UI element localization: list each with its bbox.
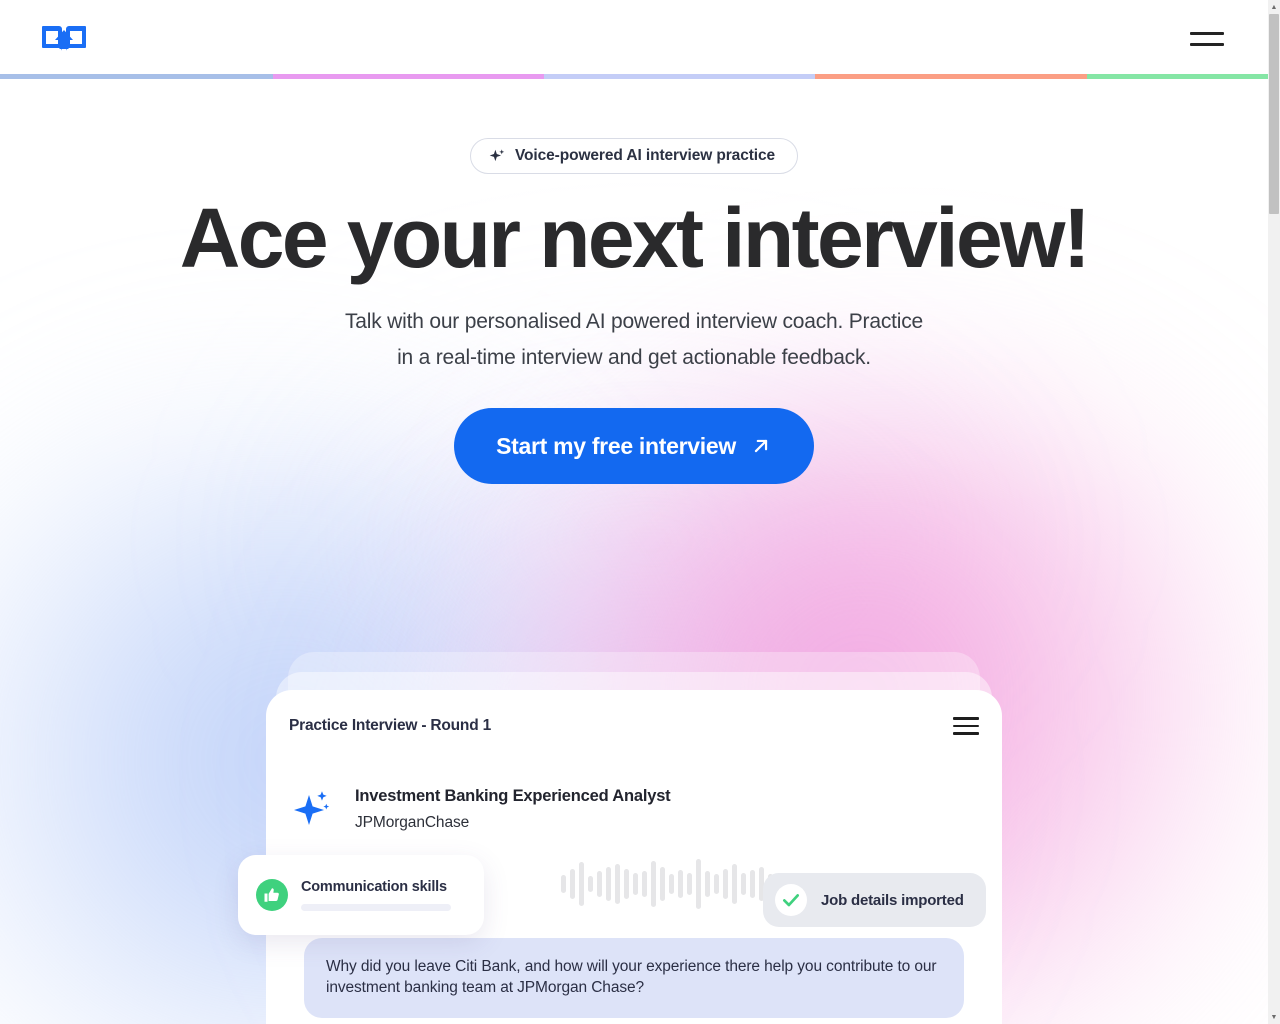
- scrollbar-thumb[interactable]: [1269, 14, 1279, 214]
- waveform-bar: [615, 864, 620, 904]
- chevron-up-icon[interactable]: ▲: [1268, 1, 1280, 13]
- waveform-bar: [678, 870, 683, 898]
- hero-badge-label: Voice-powered AI interview practice: [514, 147, 776, 164]
- waveform-bar: [642, 871, 647, 897]
- hero-subtitle: Talk with our personalised AI powered in…: [0, 304, 1268, 376]
- site-header: [0, 0, 1268, 78]
- segment-green: [1086, 74, 1268, 79]
- waveform-bar: [741, 873, 746, 895]
- job-details-imported-label: Job details imported: [821, 891, 964, 909]
- page-title: Ace your next interview!: [179, 191, 1091, 285]
- waveform-bar: [714, 874, 719, 894]
- waveform-bar: [696, 859, 701, 909]
- job-company: JPMorganChase: [355, 814, 470, 831]
- start-free-interview-label: Start my free interview: [496, 432, 736, 459]
- hero-subtitle-line-1: Talk with our personalised AI powered in…: [344, 310, 924, 333]
- job-details-imported-badge: Job details imported: [763, 873, 986, 927]
- waveform-bar: [687, 873, 692, 895]
- waveform-bar: [660, 867, 665, 901]
- waveform-bar: [732, 864, 737, 904]
- practice-interview-title: Practice Interview - Round 1: [289, 717, 491, 734]
- hero-badge[interactable]: Voice-powered AI interview practice: [469, 138, 799, 174]
- waveform-bar: [651, 861, 656, 907]
- waveform-bar: [669, 874, 674, 894]
- hero-subtitle-line-2: in a real-time interview and get actiona…: [397, 346, 871, 369]
- job-title: Investment Banking Experienced Analyst: [355, 787, 671, 805]
- hamburger-menu-icon[interactable]: [1190, 26, 1226, 52]
- sparkle-icon: [291, 785, 335, 834]
- check-circle-icon: [775, 884, 807, 916]
- practice-interview-card-header: Practice Interview - Round 1: [289, 716, 979, 736]
- waveform-bar: [579, 862, 584, 906]
- waveform-bar: [705, 871, 710, 897]
- communication-skills-card: Communication skills: [238, 855, 484, 935]
- communication-skills-progress-track: [301, 904, 451, 911]
- waveform-bar: [624, 869, 629, 899]
- waveform-bar: [597, 871, 602, 897]
- chevron-down-icon[interactable]: ▼: [1268, 1011, 1280, 1023]
- waveform-bar: [561, 875, 566, 893]
- open-book-arrow-logo[interactable]: [40, 22, 88, 58]
- accent-color-strip: [0, 74, 1268, 79]
- interview-question-bubble: Why did you leave Citi Bank, and how wil…: [304, 938, 964, 1018]
- communication-skills-label: Communication skills: [301, 879, 447, 895]
- waveform-bar: [750, 870, 755, 898]
- hero-section: Voice-powered AI interview practice Ace …: [0, 78, 1268, 484]
- waveform-bar: [588, 876, 593, 892]
- waveform-bar: [723, 869, 728, 899]
- waveform-bar: [633, 873, 638, 895]
- thumbs-up-icon: [256, 879, 288, 911]
- arrow-up-right-icon: [750, 435, 772, 457]
- start-free-interview-button[interactable]: Start my free interview: [454, 408, 814, 484]
- segment-salmon: [815, 74, 1087, 79]
- segment-lavender: [543, 74, 816, 79]
- segment-pink: [272, 74, 544, 79]
- page-root: Practice Interview - Round 1 Investment …: [0, 0, 1280, 1024]
- waveform-bar: [606, 867, 611, 901]
- page-scrollbar[interactable]: ▲ ▼: [1268, 0, 1280, 1024]
- audio-waveform-icon: [561, 858, 773, 910]
- job-summary-row: Investment Banking Experienced Analyst J…: [291, 785, 671, 834]
- sparkle-icon: [489, 148, 506, 165]
- segment-blue: [0, 74, 273, 79]
- waveform-bar: [570, 869, 575, 899]
- card-hamburger-menu-icon[interactable]: [953, 716, 979, 736]
